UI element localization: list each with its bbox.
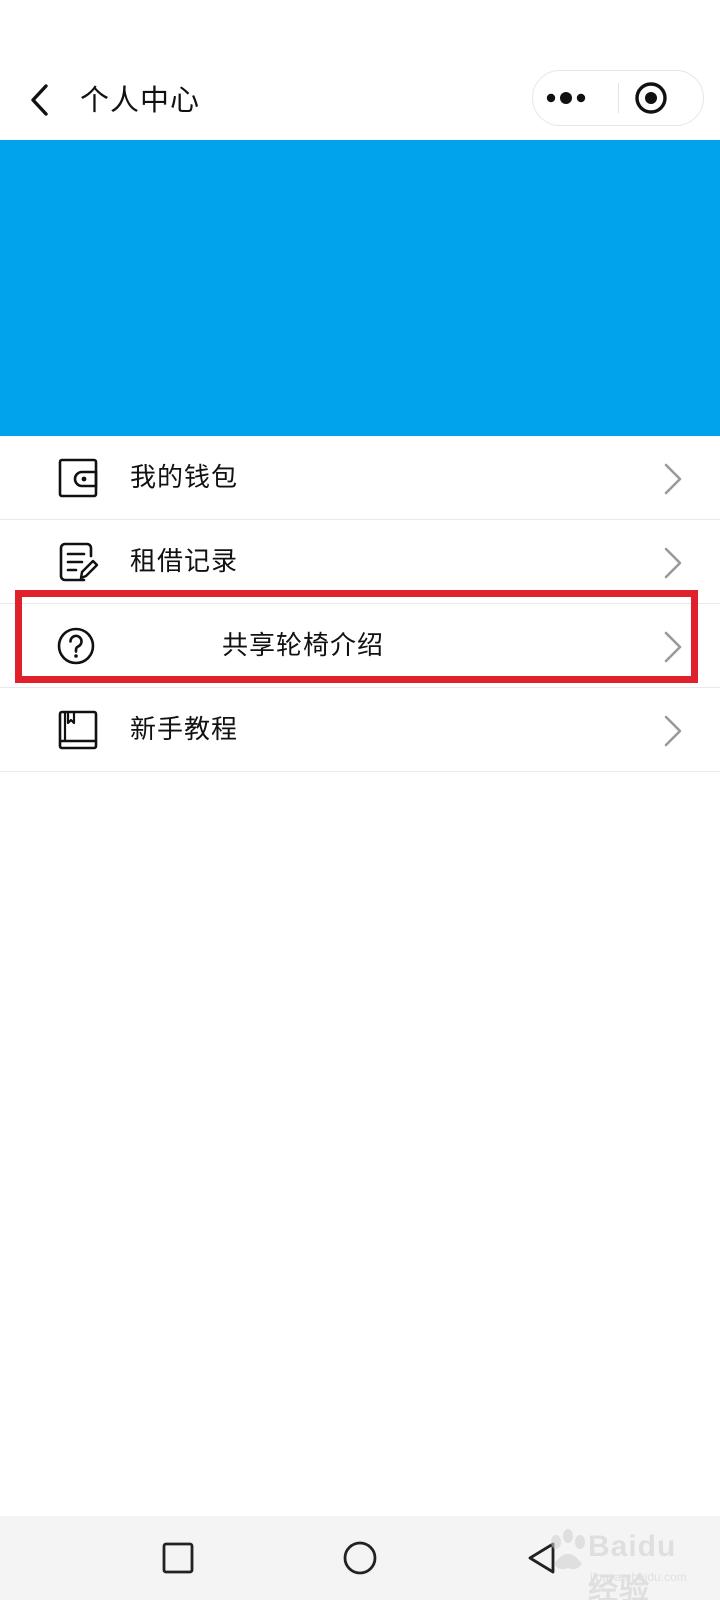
circle-icon (343, 1541, 377, 1575)
baidu-watermark: Baidu经验 jingyan.baidu.com (546, 1520, 706, 1600)
menu-item-tutorial[interactable]: 新手教程 (0, 688, 720, 772)
menu-item-wheelchair-intro[interactable]: 共享轮椅介绍 (0, 604, 720, 688)
more-button[interactable] (533, 71, 618, 125)
chevron-left-icon (31, 84, 48, 116)
watermark-text: Baidu经验 (588, 1530, 677, 1600)
target-circle-icon (635, 82, 667, 114)
square-icon (162, 1542, 194, 1574)
menu-item-label: 我的钱包 (130, 463, 239, 493)
close-mini-program-button[interactable] (619, 71, 703, 125)
question-circle-icon (57, 627, 95, 665)
book-icon (58, 710, 98, 750)
page-title: 个人中心 (80, 83, 201, 117)
chevron-right-icon (664, 715, 682, 747)
menu-item-rental-records[interactable]: 租借记录 (0, 520, 720, 604)
home-button[interactable] (338, 1536, 382, 1580)
wallet-icon (58, 458, 98, 498)
recent-apps-button[interactable] (156, 1536, 200, 1580)
menu-item-label: 租借记录 (130, 547, 239, 577)
menu-item-label: 新手教程 (130, 715, 239, 745)
profile-banner (0, 140, 720, 436)
menu-list: 我的钱包 租借记录 共享轮椅介绍 新手教程 (0, 436, 720, 772)
navigation-bar: 个人中心 (0, 0, 720, 140)
mini-program-capsule (532, 70, 704, 126)
chevron-right-icon (664, 631, 682, 663)
chevron-right-icon (664, 463, 682, 495)
paw-logo-icon (551, 1529, 585, 1570)
menu-item-label: 共享轮椅介绍 (222, 631, 385, 661)
screen: 个人中心 我的钱包 租借记录 共享轮椅介绍 新手教程 Baidu经验 jingy… (0, 0, 720, 1600)
menu-item-wallet[interactable]: 我的钱包 (0, 436, 720, 520)
chevron-right-icon (664, 547, 682, 579)
watermark-subtext: jingyan.baidu.com (590, 1570, 687, 1584)
more-dots-icon (546, 92, 586, 104)
back-button[interactable] (22, 78, 62, 122)
edit-note-icon (59, 542, 99, 582)
